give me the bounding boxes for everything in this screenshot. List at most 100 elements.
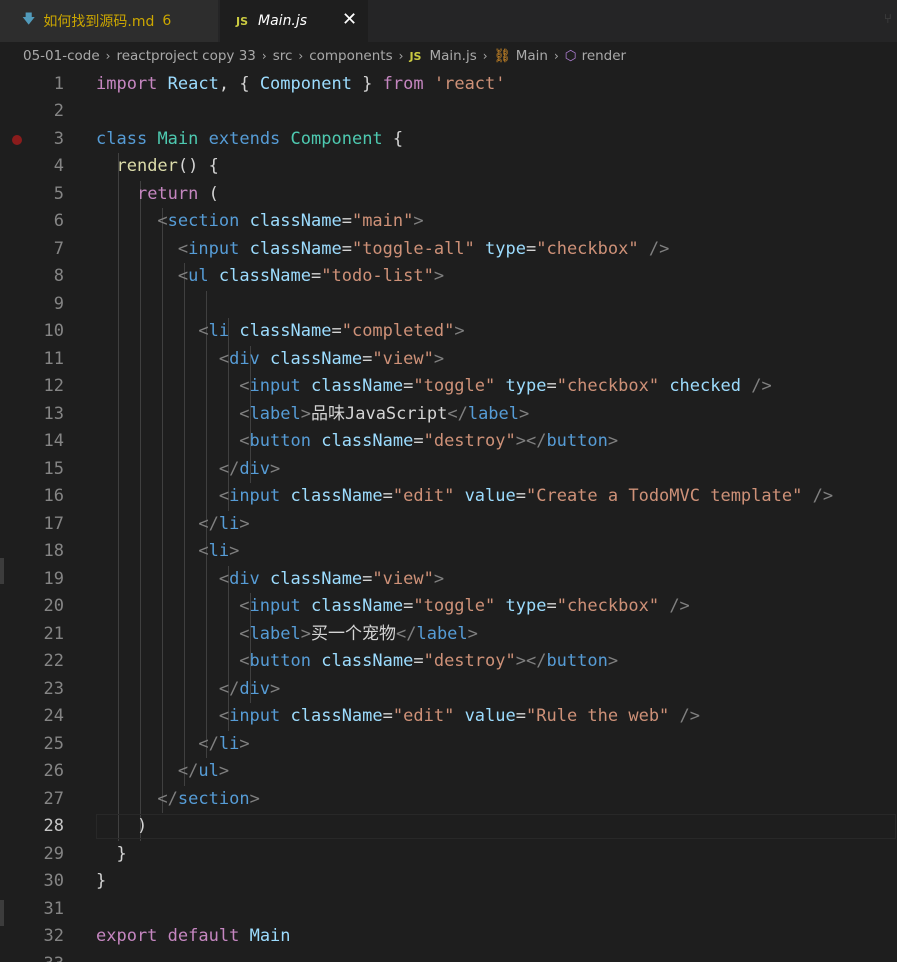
code-line[interactable]: 3 class Main extends Component { [0, 126, 897, 154]
code-token: /> [679, 706, 701, 726]
code-line[interactable]: 30} [0, 868, 897, 896]
breadcrumb-symbol-method[interactable]: render [582, 48, 627, 64]
breadcrumb-folder[interactable]: components [309, 48, 392, 64]
code-line[interactable]: 23 </div> [0, 676, 897, 704]
close-icon[interactable]: ✕ [342, 9, 357, 30]
breadcrumb-symbol-class[interactable]: Main [516, 48, 548, 64]
code-token: value [464, 486, 516, 506]
code-line[interactable]: 31 [0, 896, 897, 924]
code-token: ) [136, 816, 148, 836]
line-number: 25 [43, 733, 64, 754]
code-token: = [311, 266, 322, 286]
code-token: li [208, 321, 230, 341]
code-line[interactable]: 32 export default Main [0, 923, 897, 951]
line-number: 19 [43, 568, 64, 589]
code-token: < [177, 238, 189, 259]
code-token: div [229, 348, 260, 369]
line-number: 10 [43, 321, 64, 341]
code-line[interactable]: 2 [0, 98, 897, 126]
code-line[interactable]: 14 <button className="destroy"></button> [0, 428, 897, 456]
code-line[interactable]: 8 <ul className="todo-list"> [0, 263, 897, 291]
code-line[interactable]: 9 [0, 291, 897, 319]
line-number: 13 [43, 403, 64, 424]
code-token: className [249, 238, 342, 259]
code-token: > [229, 541, 240, 561]
code-line[interactable]: 33 [0, 951, 897, 962]
code-line[interactable]: 16 <input className="edit" value="Create… [0, 483, 897, 511]
code-token: = [362, 348, 373, 369]
breadcrumb-folder[interactable]: reactproject copy 33 [116, 48, 255, 64]
code-token: 买一个宠物 [310, 623, 396, 644]
code-line[interactable]: 29 } [0, 841, 897, 869]
code-line[interactable]: 12 <input className="toggle" type="check… [0, 373, 897, 401]
code-token: < [218, 348, 230, 369]
code-line[interactable]: 20 <input className="toggle" type="check… [0, 593, 897, 621]
code-token: "Rule the web" [526, 706, 670, 726]
code-token: ></ [515, 651, 547, 671]
code-line[interactable]: 10 <li className="completed"> [0, 318, 897, 346]
code-token: < [239, 596, 250, 616]
code-line[interactable]: 21 <label>买一个宠物</label> [0, 621, 897, 649]
tab-main-js[interactable]: JS Main.js ✕ [220, 0, 368, 42]
code-token: /> [812, 486, 834, 506]
code-line[interactable]: 5 return ( [0, 181, 897, 209]
code-line[interactable]: 17 </li> [0, 511, 897, 539]
code-line[interactable]: 28 ) [0, 813, 897, 841]
source-control-icon[interactable]: ⑂ [884, 12, 892, 27]
class-symbol-icon: ⛓ [493, 48, 511, 64]
code-token: type [485, 238, 526, 259]
code-line[interactable]: 13 <label>品味JavaScript</label> [0, 401, 897, 429]
line-number: 3 [53, 128, 64, 149]
code-token: "completed" [341, 321, 455, 341]
code-line[interactable]: 18 <li> [0, 538, 897, 566]
code-token: </ [198, 733, 219, 754]
line-number: 20 [43, 596, 64, 616]
code-token: < [218, 568, 230, 589]
code-line[interactable]: 15 </div> [0, 456, 897, 484]
code-editor[interactable]: 1 import React, { Component } from 'react… [0, 70, 897, 962]
code-token: ul [198, 761, 219, 781]
code-token: /> [669, 596, 690, 616]
breadcrumb-folder[interactable]: src [273, 48, 293, 64]
code-token: = [413, 651, 424, 671]
code-token: < [239, 623, 250, 644]
code-line[interactable]: 1 import React, { Component } from 'react… [0, 71, 897, 99]
breakpoint-icon[interactable] [12, 134, 22, 145]
code-line[interactable]: 22 <button className="destroy"></button> [0, 648, 897, 676]
code-token: "destroy" [423, 651, 516, 671]
code-line[interactable]: 24 <input className="edit" value="Rule t… [0, 703, 897, 731]
code-text: <button className="destroy"></button> [96, 648, 618, 676]
line-number: 6 [53, 211, 64, 231]
code-text: <label>买一个宠物</label> [96, 621, 478, 649]
code-token: < [218, 706, 230, 726]
code-line[interactable]: 27 </section> [0, 786, 897, 814]
code-token: "toggle" [413, 376, 496, 396]
code-text: export default Main [96, 923, 291, 951]
tab-readme-md[interactable]: 🡇 如何找到源码.md 6 [0, 0, 219, 42]
code-token: "todo-list" [321, 266, 434, 286]
code-line[interactable]: 25 </li> [0, 731, 897, 759]
code-line[interactable]: 19 <div className="view"> [0, 566, 897, 594]
line-number: 9 [53, 293, 64, 314]
breadcrumb-file[interactable]: Main.js [429, 48, 476, 64]
line-number: 29 [43, 843, 64, 864]
code-line[interactable]: 6 <section className="main"> [0, 208, 897, 236]
code-token: = [403, 596, 414, 616]
code-token: className [310, 376, 404, 396]
code-line[interactable]: 11 <div className="view"> [0, 346, 897, 374]
code-token: Main [249, 926, 291, 946]
code-line[interactable]: 4 render() { [0, 153, 897, 181]
code-line[interactable]: 26 </ul> [0, 758, 897, 786]
code-line[interactable]: 7 <input className="toggle-all" type="ch… [0, 236, 897, 264]
breadcrumb-folder[interactable]: 05-01-code [23, 48, 100, 64]
